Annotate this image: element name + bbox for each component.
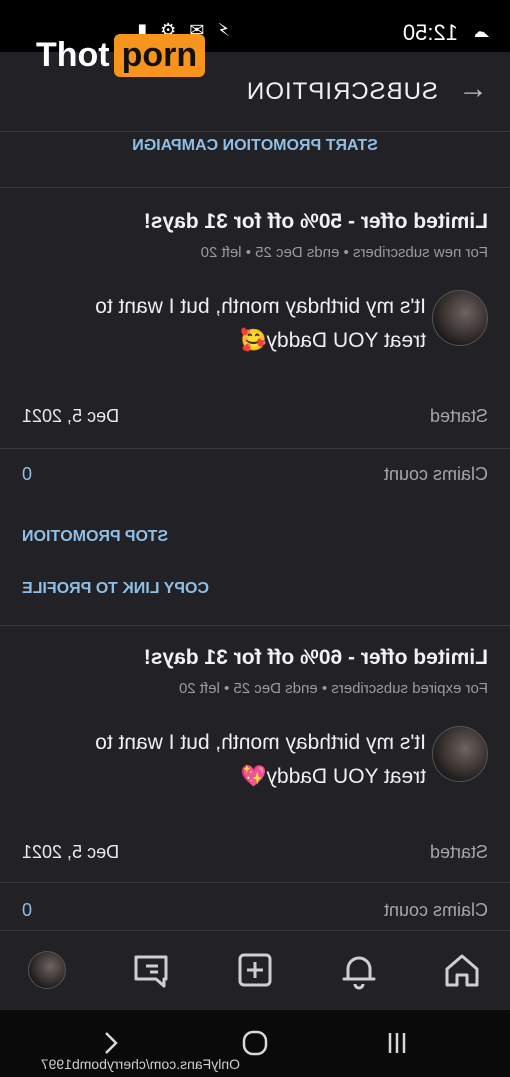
started-label: Started xyxy=(429,406,488,426)
offer-meta: For expired subscribers • ends Dec 25 • … xyxy=(179,680,488,697)
started-row: Started Dec 5, 2021 xyxy=(0,826,510,884)
offer-meta: For new subscribers • ends Dec 25 • left… xyxy=(201,244,488,261)
offer-card-1: Limited offer - 50% off for 31 days! For… xyxy=(0,210,510,630)
started-label: Started xyxy=(429,842,488,862)
claims-row: Claims count 0 xyxy=(0,448,510,506)
offer-left: left 20 xyxy=(200,244,242,261)
back-arrow-icon[interactable]: ← xyxy=(458,72,488,105)
offer-card-2: Limited offer - 60% off for 31 days! For… xyxy=(0,646,510,936)
watermark-url: OnlyFans.com/cherrybomb1997 xyxy=(40,1056,240,1072)
offer-audience: For new subscribers xyxy=(352,244,488,261)
copy-link-button[interactable]: COPY LINK TO PROFILE xyxy=(22,580,209,598)
logo-part-2: porn xyxy=(113,33,206,77)
started-row: Started Dec 5, 2021 xyxy=(0,390,510,448)
divider xyxy=(0,625,510,626)
stop-promotion-button[interactable]: STOP PROMOTION xyxy=(22,528,168,546)
offer-title: Limited offer - 60% off for 31 days! xyxy=(143,646,488,669)
home-circle-icon[interactable] xyxy=(240,1028,270,1058)
bottom-nav xyxy=(0,930,510,1010)
meta-separator: • xyxy=(219,680,230,697)
offer-title: Limited offer - 50% off for 31 days! xyxy=(143,210,488,233)
claims-value: 0 xyxy=(22,464,33,484)
avatar[interactable] xyxy=(432,290,488,346)
watermark-logo: Thot porn xyxy=(36,32,206,78)
status-time: 12:50 xyxy=(402,20,458,45)
weather-icon: ☁ xyxy=(474,24,490,41)
meta-separator: • xyxy=(317,680,328,697)
screen: 12:50 ☁ ⚡ ✉ ⚙ ▮ ← SUBSCRIPTION START PRO… xyxy=(0,0,510,1077)
bell-icon[interactable] xyxy=(338,949,380,991)
system-nav: OnlyFans.com/cherrybomb1997 xyxy=(0,1010,510,1077)
meta-separator: • xyxy=(339,244,349,261)
divider xyxy=(0,882,510,883)
offer-audience: For expired subscribers xyxy=(331,680,488,697)
meta-separator: • xyxy=(241,244,251,261)
offer-ends: ends Dec 25 xyxy=(233,680,318,697)
page-title: SUBSCRIPTION xyxy=(245,78,438,105)
add-icon[interactable] xyxy=(234,949,276,991)
offer-message: It's my birthday month, but I want to tr… xyxy=(95,731,426,788)
recents-icon[interactable] xyxy=(382,1028,412,1058)
start-promotion-campaign-button[interactable]: START PROMOTION CAMPAIGN xyxy=(0,132,510,188)
profile-avatar[interactable] xyxy=(28,951,66,989)
claims-value: 0 xyxy=(22,900,33,920)
home-icon[interactable] xyxy=(441,949,483,991)
offer-left: left 20 xyxy=(178,680,220,697)
offer-message: It's my birthday month, but I want to tr… xyxy=(95,295,426,352)
offer-ends: ends Dec 25 xyxy=(255,244,340,261)
started-value: Dec 5, 2021 xyxy=(22,406,120,426)
claims-label: Claims count xyxy=(383,900,488,920)
started-value: Dec 5, 2021 xyxy=(22,842,120,862)
claims-label: Claims count xyxy=(383,464,488,484)
back-chevron-icon[interactable] xyxy=(95,1028,125,1058)
messages-icon[interactable] xyxy=(130,949,172,991)
avatar[interactable] xyxy=(432,726,488,782)
logo-part-1: Thot xyxy=(36,35,110,74)
